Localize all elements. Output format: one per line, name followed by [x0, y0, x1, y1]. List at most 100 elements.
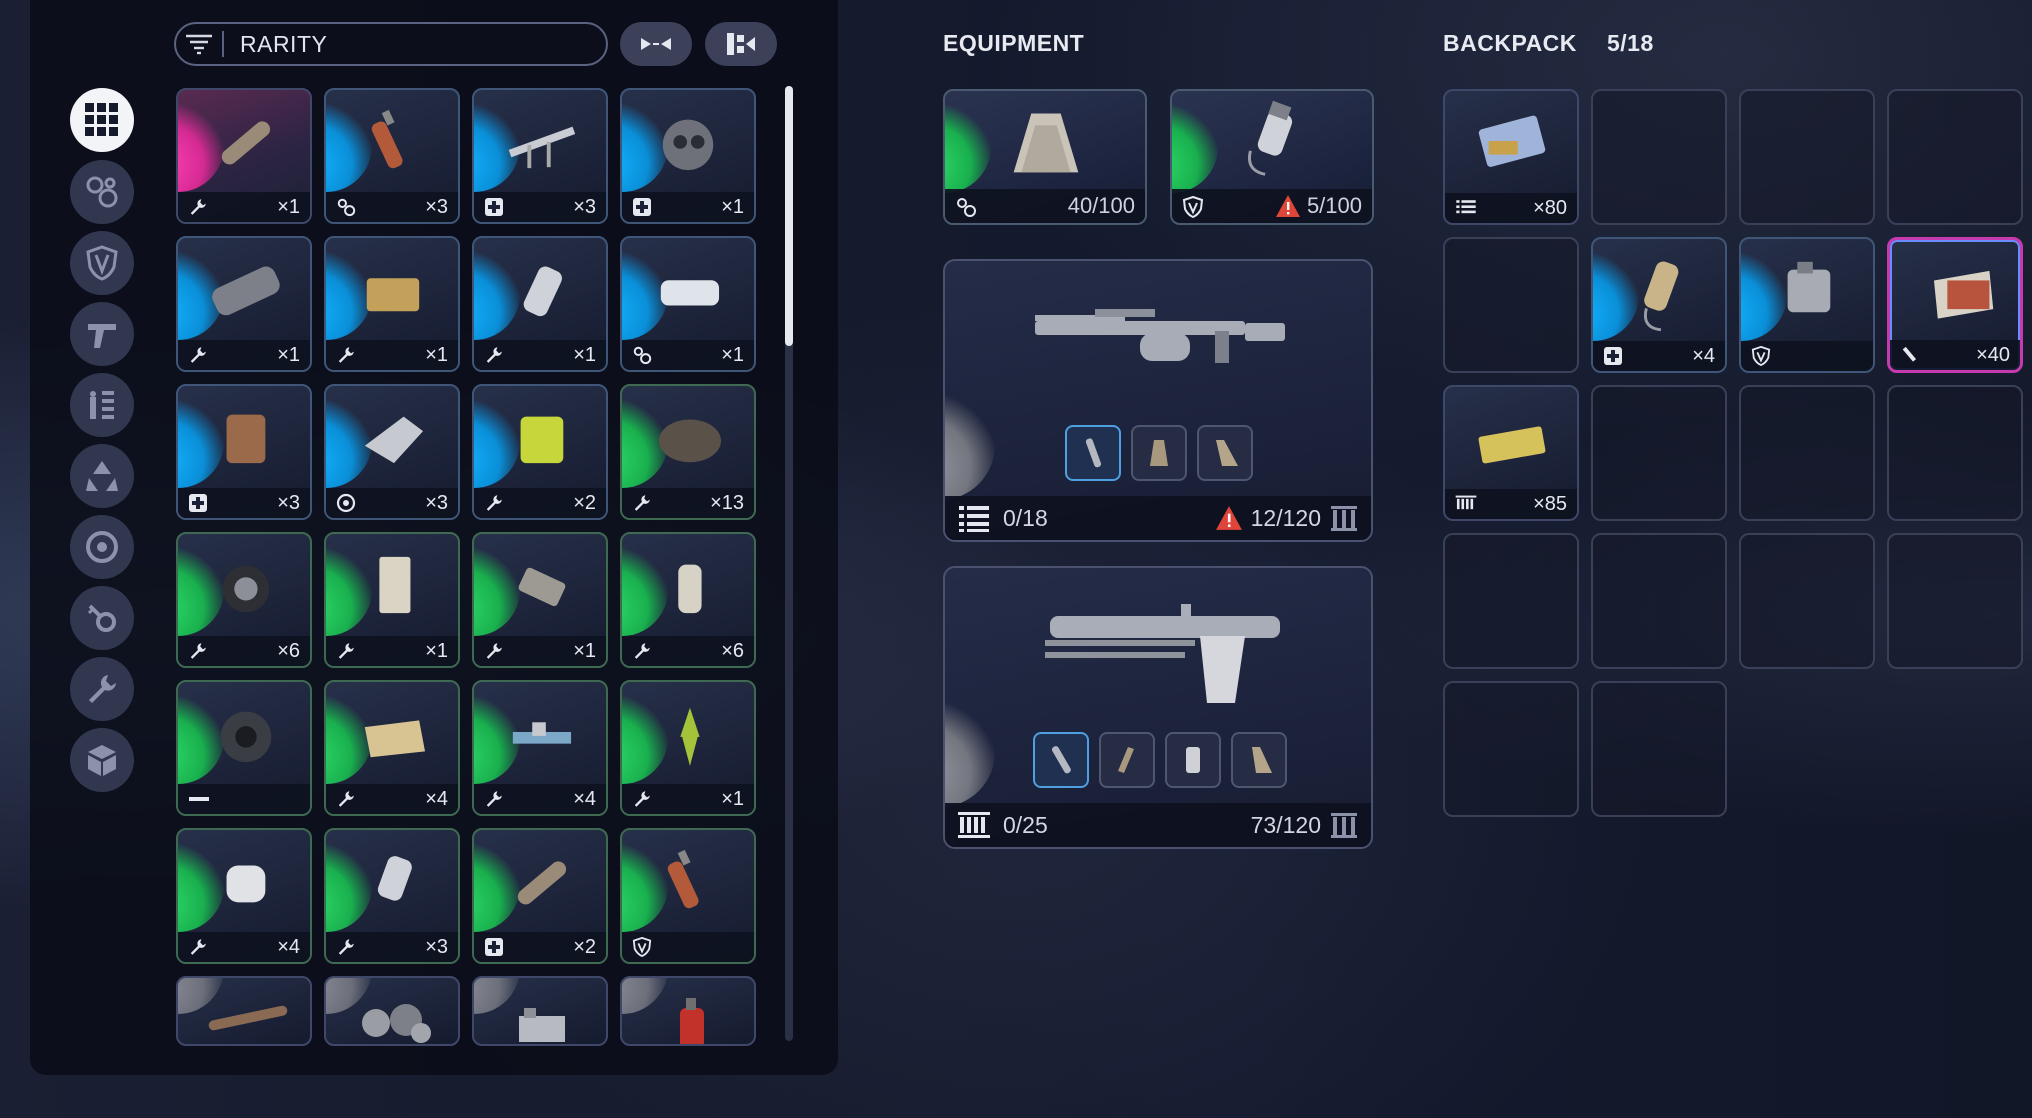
item-image [1478, 426, 1546, 464]
rarity-filter[interactable]: RARITY [174, 22, 608, 66]
category-shields[interactable] [70, 231, 134, 295]
category-all[interactable] [70, 88, 134, 152]
category-keys[interactable] [70, 586, 134, 650]
backpack-empty-slot[interactable] [1591, 89, 1727, 225]
inventory-item[interactable] [176, 680, 312, 816]
attachment-slot-3[interactable] [1165, 732, 1221, 788]
inventory-item-partial[interactable] [620, 976, 756, 1046]
item-image [1787, 261, 1831, 313]
shield-icon [1182, 195, 1204, 219]
backpack-empty-slot[interactable] [1739, 533, 1875, 669]
category-ammo[interactable] [70, 373, 134, 437]
inventory-item[interactable] [620, 828, 756, 964]
item-image [379, 556, 411, 614]
inventory-scroll-thumb[interactable] [785, 86, 793, 346]
inventory-item[interactable]: ×1 [620, 88, 756, 224]
backpack-capacity: 5/18 [1607, 30, 1654, 56]
backpack-empty-slot[interactable] [1443, 533, 1579, 669]
item-footer: ×3 [178, 488, 310, 518]
inventory-item[interactable]: ×4 [176, 828, 312, 964]
weapon-slot-secondary[interactable]: 0/25 73/120 [943, 566, 1373, 849]
item-count: ×13 [710, 491, 744, 514]
backpack-item[interactable]: ×80 [1443, 89, 1579, 225]
backpack-item[interactable]: ×4 [1591, 237, 1727, 373]
inventory-item[interactable]: ×1 [472, 236, 608, 372]
sort-button[interactable] [705, 22, 777, 66]
category-weapons[interactable] [70, 302, 134, 366]
attachment-slot-2[interactable] [1099, 732, 1155, 788]
item-count: ×3 [277, 491, 300, 514]
backpack-item[interactable]: ×85 [1443, 385, 1579, 521]
backpack-empty-slot[interactable] [1443, 681, 1579, 817]
wrench-icon [632, 789, 652, 809]
backpack-empty-slot[interactable] [1739, 385, 1875, 521]
inventory-item[interactable]: ×4 [324, 680, 460, 816]
muzzle-icon [1052, 746, 1071, 774]
equipment-augment-slot[interactable]: 40/100 [943, 89, 1147, 225]
inventory-item[interactable]: ×1 [324, 532, 460, 668]
attachment-slot-4[interactable] [1231, 732, 1287, 788]
backpack-empty-slot[interactable] [1591, 533, 1727, 669]
item-image [474, 978, 606, 1044]
filter-divider [222, 31, 224, 57]
inventory-item[interactable]: ×2 [472, 828, 608, 964]
inventory-item[interactable]: ×3 [176, 384, 312, 520]
backpack-item[interactable]: ×40 [1887, 237, 2023, 373]
backpack-empty-slot[interactable] [1591, 681, 1727, 817]
backpack-empty-slot[interactable] [1887, 385, 2023, 521]
inventory-item[interactable]: ×13 [620, 384, 756, 520]
backpack-empty-slot[interactable] [1443, 237, 1579, 373]
inventory-item[interactable]: ×3 [472, 88, 608, 224]
inventory-item[interactable]: ×3 [324, 384, 460, 520]
item-footer: ×1 [178, 340, 310, 370]
inventory-item[interactable]: ×4 [472, 680, 608, 816]
item-image [660, 280, 720, 306]
item-footer [178, 784, 310, 814]
attachment-slot-3[interactable] [1197, 425, 1253, 481]
category-augments[interactable] [70, 515, 134, 579]
attachment-slot-1[interactable] [1033, 732, 1089, 788]
item-count: ×1 [277, 195, 300, 218]
equipment-shield-slot[interactable]: 5/100 [1170, 89, 1374, 225]
weapon-slot-primary[interactable]: 0/18 12/120 [943, 259, 1373, 542]
item-count: ×1 [573, 639, 596, 662]
backpack-empty-slot[interactable] [1887, 89, 2023, 225]
collapse-button[interactable] [620, 22, 692, 66]
inventory-item[interactable]: ×1 [472, 532, 608, 668]
wrench-icon [484, 345, 504, 365]
attachment-slot-2[interactable] [1131, 425, 1187, 481]
backpack-empty-slot[interactable] [1591, 385, 1727, 521]
inventory-item-partial[interactable] [324, 976, 460, 1046]
category-recycle[interactable] [70, 444, 134, 508]
warning-icon [1275, 195, 1300, 217]
item-footer: ×2 [474, 932, 606, 962]
inventory-item[interactable]: ×3 [324, 828, 460, 964]
item-count: ×4 [573, 787, 596, 810]
category-materials[interactable] [70, 160, 134, 224]
item-count: ×3 [425, 935, 448, 958]
inventory-item[interactable]: ×1 [176, 88, 312, 224]
inventory-item[interactable]: ×1 [324, 236, 460, 372]
inventory-item[interactable]: ×1 [620, 236, 756, 372]
backpack-empty-slot[interactable] [1739, 89, 1875, 225]
inventory-item-partial[interactable] [472, 976, 608, 1046]
item-image [220, 711, 272, 763]
item-count: ×3 [425, 195, 448, 218]
inventory-item[interactable]: ×2 [472, 384, 608, 520]
backpack-item[interactable] [1739, 237, 1875, 373]
backpack-empty-slot[interactable] [1887, 533, 2023, 669]
inventory-item[interactable]: ×6 [620, 532, 756, 668]
weapon-secondary-magazine: 0/25 [1003, 811, 1048, 838]
grip-icon [1150, 440, 1168, 466]
category-tools[interactable] [70, 657, 134, 721]
inventory-item-partial[interactable] [176, 976, 312, 1046]
inventory-item[interactable]: ×6 [176, 532, 312, 668]
medical-icon [484, 937, 504, 957]
equipment-slot-footer: 40/100 [945, 189, 1145, 223]
inventory-item[interactable]: ×3 [324, 88, 460, 224]
inventory-item[interactable]: ×1 [176, 236, 312, 372]
attachment-slot-1[interactable] [1065, 425, 1121, 481]
wrench-icon [632, 493, 652, 513]
category-misc[interactable] [70, 728, 134, 792]
inventory-item[interactable]: ×1 [620, 680, 756, 816]
